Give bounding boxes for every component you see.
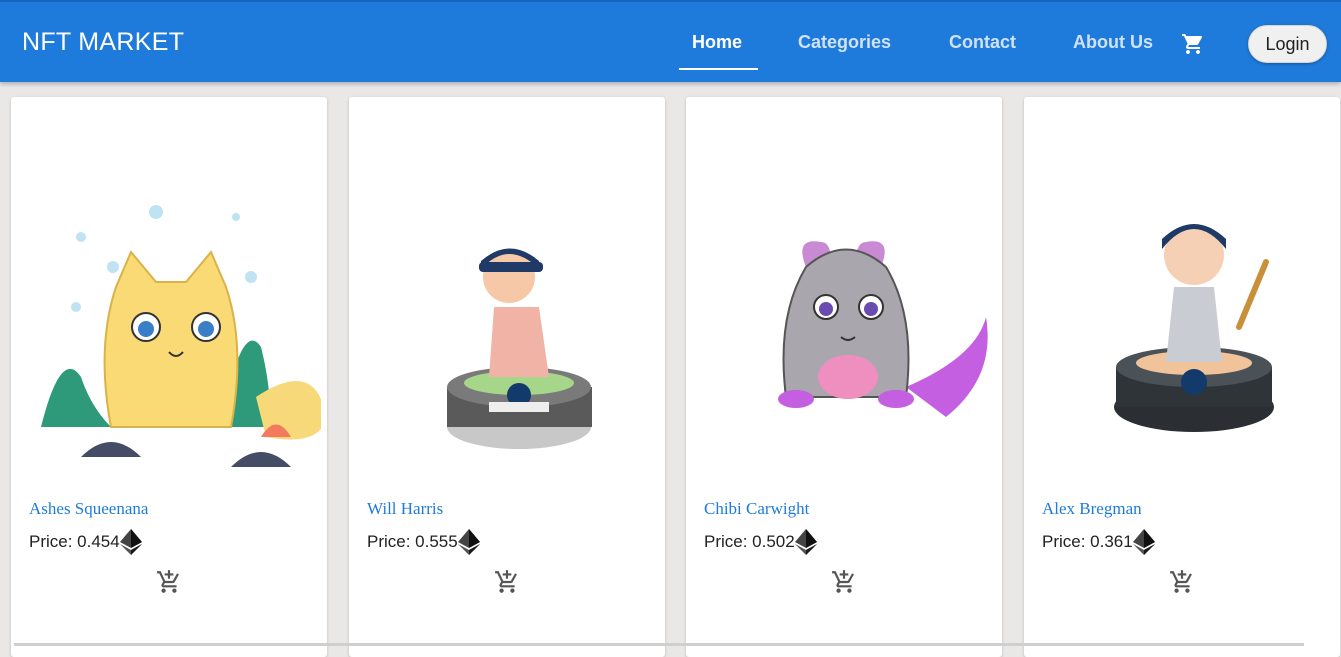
ethereum-icon — [119, 529, 142, 555]
cart-icon[interactable] — [1181, 32, 1205, 56]
nav-active-indicator — [679, 68, 758, 70]
nft-title[interactable]: Ashes Squeenana — [29, 499, 148, 519]
nft-card: Ashes Squeenana Price: 0.454 — [11, 97, 327, 657]
price-text: Price: 0.361 — [1042, 532, 1133, 551]
add-to-cart-icon[interactable] — [156, 569, 182, 595]
nft-image-alex-bregman[interactable] — [1034, 167, 1334, 477]
nft-card: Alex Bregman Price: 0.361 — [1024, 97, 1340, 657]
price-text: Price: 0.502 — [704, 532, 795, 551]
ethereum-icon — [794, 529, 817, 555]
nft-title[interactable]: Chibi Carwight — [704, 499, 809, 519]
nav-home[interactable]: Home — [692, 32, 742, 53]
nft-image-cat[interactable] — [21, 167, 321, 477]
ethereum-icon — [457, 529, 480, 555]
login-button[interactable]: Login — [1248, 25, 1327, 63]
add-to-cart-icon[interactable] — [494, 569, 520, 595]
nft-title[interactable]: Will Harris — [367, 499, 443, 519]
nav-categories[interactable]: Categories — [798, 32, 891, 53]
price-text: Price: 0.454 — [29, 532, 120, 551]
nft-image-chibi-carwight[interactable] — [696, 167, 996, 477]
nft-image-will-harris[interactable] — [359, 167, 659, 477]
nft-card: Chibi Carwight Price: 0.502 — [686, 97, 1002, 657]
nft-price: Price: 0.555 — [367, 529, 480, 555]
price-text: Price: 0.555 — [367, 532, 458, 551]
nft-price: Price: 0.454 — [29, 529, 142, 555]
nft-title[interactable]: Alex Bregman — [1042, 499, 1142, 519]
nav-contact[interactable]: Contact — [949, 32, 1016, 53]
ethereum-icon — [1132, 529, 1155, 555]
add-to-cart-icon[interactable] — [1169, 569, 1195, 595]
brand-title[interactable]: NFT MARKET — [22, 28, 184, 57]
nft-card: Will Harris Price: 0.555 — [349, 97, 665, 657]
app-bar: NFT MARKET Home Categories Contact About… — [0, 0, 1341, 82]
nav-about-us[interactable]: About Us — [1073, 32, 1153, 53]
add-to-cart-icon[interactable] — [831, 569, 857, 595]
nft-price: Price: 0.361 — [1042, 529, 1155, 555]
nft-price: Price: 0.502 — [704, 529, 817, 555]
